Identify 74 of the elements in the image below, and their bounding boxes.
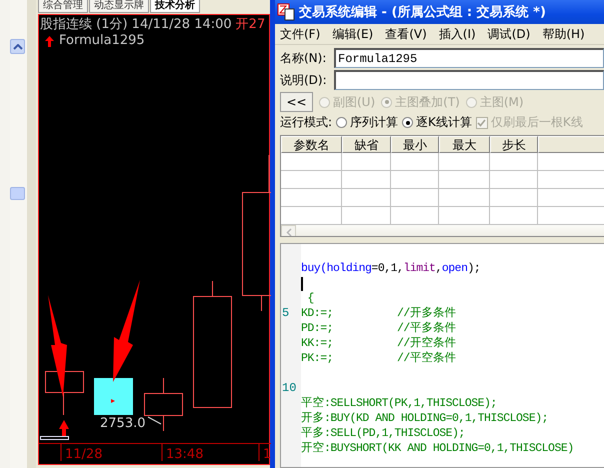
price-label: 2753.0	[100, 416, 146, 431]
line-number: 5	[282, 306, 290, 320]
collapse-button[interactable]: <<	[280, 92, 313, 112]
scroll-left-button[interactable]	[281, 225, 296, 236]
table-cell	[391, 189, 439, 207]
radio-label[interactable]: 逐K线计算	[416, 114, 472, 131]
code-line: 开空:BUYSHORT(KK AND HOLDING=0,1,THISCLOSE)	[301, 441, 574, 456]
radio-button[interactable]	[336, 117, 348, 128]
up-arrow-icon	[45, 36, 54, 46]
highlighted-candle	[94, 378, 133, 415]
column-header[interactable]: 最大	[439, 136, 490, 153]
scroll-up-button[interactable]	[10, 39, 25, 54]
table-cell	[439, 153, 490, 171]
axis-label: 11/28	[65, 447, 102, 462]
column-header[interactable]: 参数名	[281, 136, 342, 153]
formula-name: Formula1295	[59, 33, 145, 49]
menu-item[interactable]: 查看(V)	[383, 26, 429, 42]
table-cell	[342, 171, 391, 189]
table-cell	[281, 153, 342, 171]
table-cell	[342, 153, 391, 171]
table-cell	[490, 171, 538, 189]
triangle-icon	[111, 399, 115, 403]
table-cell	[439, 189, 490, 207]
tab[interactable]: 综合管理	[38, 0, 88, 13]
table-cell	[281, 189, 342, 207]
open-price-label: 开27	[236, 17, 266, 33]
name-field[interactable]: Formula1295	[334, 48, 604, 68]
radio-label[interactable]: 序列计算	[350, 114, 398, 131]
radio-button[interactable]	[402, 117, 414, 128]
table-cell	[342, 189, 391, 207]
menu-item[interactable]: 帮助(H)	[540, 26, 587, 42]
axis-label: 13:48	[166, 447, 204, 462]
column-header[interactable]: 最小	[391, 136, 439, 153]
document-icon	[277, 3, 295, 21]
price-leader-line	[148, 416, 162, 424]
description-field[interactable]	[334, 70, 604, 90]
menu-item[interactable]: 编辑(E)	[330, 26, 376, 42]
code-line: PK:=; //平空条件	[301, 351, 456, 366]
scroll-indicator	[40, 436, 69, 440]
table-cell	[439, 171, 490, 189]
horizontal-scrollbar[interactable]	[281, 225, 604, 236]
code-line: KD:=; //开多条件	[301, 306, 456, 321]
caret-icon	[12, 44, 22, 50]
tab[interactable]: 动态显示牌	[89, 0, 149, 13]
code-line: buy(holding=0,1,limit,open);	[301, 261, 480, 276]
run-mode-label: 运行模式:	[280, 114, 332, 131]
scroll-thumb[interactable]	[10, 187, 25, 200]
up-arrow-icon	[59, 420, 69, 436]
code-editor[interactable]	[280, 243, 604, 468]
column-header[interactable]: 步长	[490, 136, 538, 153]
code-line: 开多:BUY(KD AND HOLDING=0,1,THISCLOSE);	[301, 411, 548, 426]
line-number: 10	[282, 381, 296, 395]
code-line: 平空:SELLSHORT(PK,1,THISCLOSE);	[301, 396, 497, 411]
code-line: PD:=; //平多条件	[301, 321, 456, 336]
window-title: 交易系统编辑 - (所属公式组 : 交易系统 *)	[299, 4, 546, 21]
table-cell	[281, 171, 342, 189]
arrow-icon	[113, 280, 140, 382]
table-cell	[391, 153, 439, 171]
menu-item[interactable]: 插入(I)	[436, 26, 478, 42]
table-cell	[490, 189, 538, 207]
text-cursor	[301, 276, 303, 290]
menu-item[interactable]: 文件(F)	[278, 26, 322, 42]
table-cell	[490, 153, 538, 171]
caret-icon	[286, 228, 292, 236]
code-line: 平多:SELL(PD,1,THISCLOSE);	[301, 426, 465, 441]
code-line: KK:=; //开空条件	[301, 336, 456, 351]
arrow-icon	[48, 295, 67, 397]
description-label: 说明(D):	[280, 72, 328, 88]
column-header[interactable]: 缺省	[342, 136, 391, 153]
code-line: {	[306, 291, 314, 306]
menu-item[interactable]: 调试(D)	[486, 26, 532, 42]
chart-title: 股指连续 (1分) 14/11/28 14:00	[40, 17, 232, 33]
table-cell	[391, 171, 439, 189]
name-label: 名称(N):	[280, 50, 328, 66]
